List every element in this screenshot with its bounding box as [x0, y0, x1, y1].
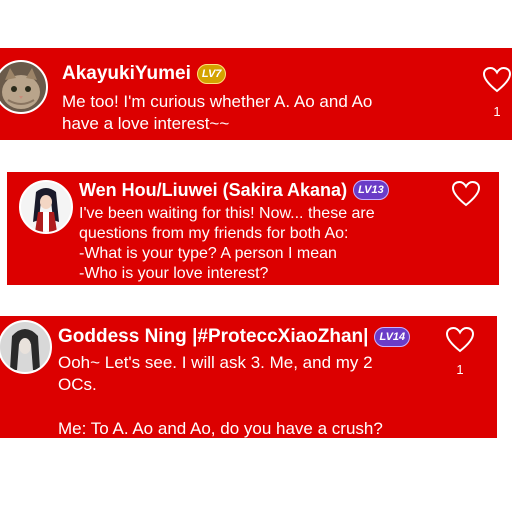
level-badge: LV7	[196, 64, 227, 84]
heart-outline-icon[interactable]	[451, 180, 481, 208]
like-count: 1	[456, 362, 464, 377]
username[interactable]: Wen Hou/Liuwei (Sakira Akana)	[79, 179, 347, 201]
anime-girl-avatar	[21, 182, 71, 232]
heart-outline-icon[interactable]	[445, 326, 475, 354]
username[interactable]: AkayukiYumei	[62, 63, 191, 85]
comment-text: I've been waiting for this! Now... these…	[79, 205, 375, 282]
username[interactable]: Goddess Ning |#ProteccXiaoZhan|	[58, 326, 368, 348]
like-count: 1	[493, 104, 501, 119]
user-avatar[interactable]	[0, 60, 48, 114]
comment-text: Me too! I'm curious whether A. Ao and Ao…	[62, 92, 373, 133]
level-badge: LV14	[374, 327, 411, 347]
dark-hair-avatar	[0, 322, 50, 372]
user-avatar[interactable]	[0, 320, 52, 374]
level-badge: LV13	[353, 180, 389, 200]
heart-outline-icon[interactable]	[482, 66, 512, 94]
comment-card-3: Goddess Ning |#ProteccXiaoZhan| LV14 Ooh…	[0, 316, 497, 438]
comment-card-1: AkayukiYumei LV7 Me too! I'm curious whe…	[0, 48, 512, 140]
comment-card-2: Wen Hou/Liuwei (Sakira Akana) LV13 I've …	[7, 172, 499, 285]
cat-avatar	[0, 62, 46, 112]
user-avatar[interactable]	[19, 180, 73, 234]
comment-text: Ooh~ Let's see. I will ask 3. Me, and my…	[58, 353, 383, 438]
